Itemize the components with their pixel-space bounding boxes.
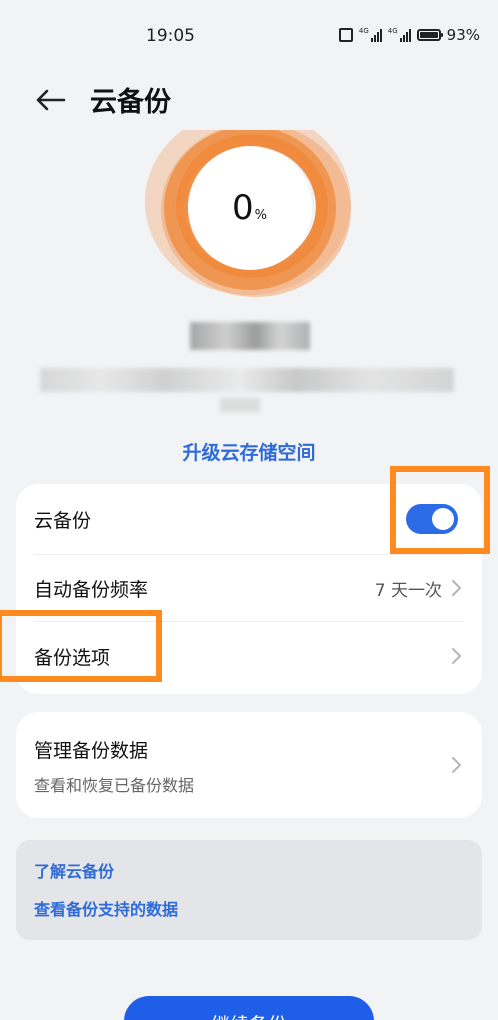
chevron-right-icon <box>452 648 461 664</box>
backup-frequency-label: 自动备份频率 <box>34 578 149 601</box>
account-detail-redacted <box>220 398 260 412</box>
network-type-label: 4G <box>387 27 398 35</box>
info-card: 了解云备份 查看备份支持的数据 <box>16 840 482 940</box>
highlight-box-toggle <box>390 466 490 554</box>
manage-backup-title: 管理备份数据 <box>34 740 149 762</box>
backup-frequency-value: 7 天一次 <box>374 580 442 601</box>
supported-data-link[interactable]: 查看备份支持的数据 <box>34 896 178 920</box>
manage-backup-card[interactable]: 管理备份数据 查看和恢复已备份数据 <box>16 712 482 818</box>
progress-unit: % <box>254 208 267 223</box>
highlight-box-options <box>0 610 162 682</box>
continue-backup-button[interactable]: 继续备份 <box>124 996 374 1020</box>
cloud-backup-label: 云备份 <box>34 509 92 532</box>
signal-icon: 4G <box>359 28 382 42</box>
account-name-redacted <box>190 322 310 350</box>
continue-backup-label: 继续备份 <box>211 1010 287 1020</box>
status-time: 19:05 <box>146 26 195 46</box>
battery-icon <box>416 29 443 41</box>
manage-backup-subtitle: 查看和恢复已备份数据 <box>34 776 195 795</box>
progress-value: 0 <box>232 188 254 228</box>
signal-icon: 4G <box>388 28 411 42</box>
status-bar: 19:05 4G 4G 93% <box>0 0 498 72</box>
battery-percent: 93% <box>446 26 480 44</box>
learn-cloud-backup-link[interactable]: 了解云备份 <box>34 858 114 882</box>
back-button[interactable] <box>30 82 70 118</box>
network-type-label: 4G <box>358 27 369 35</box>
page-title: 云备份 <box>90 87 171 118</box>
progress-percent: 0% <box>232 188 267 228</box>
upgrade-storage-link[interactable]: 升级云存储空间 <box>0 438 498 465</box>
account-storage-redacted <box>40 368 454 392</box>
vibrate-icon <box>338 28 353 42</box>
chevron-right-icon <box>452 757 461 773</box>
arrow-left-icon <box>36 89 66 111</box>
status-icons: 4G 4G 93% <box>338 26 480 44</box>
chevron-right-icon <box>452 580 461 596</box>
